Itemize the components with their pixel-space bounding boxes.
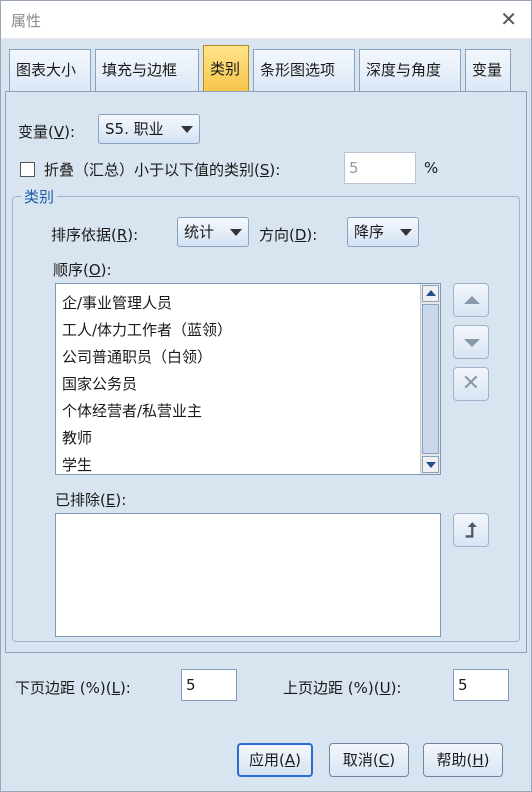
- order-label: 顺序(O):: [53, 261, 112, 279]
- list-item[interactable]: 学生: [56, 452, 440, 474]
- window-title: 属性: [11, 12, 42, 30]
- list-item[interactable]: 国家公务员: [56, 371, 440, 398]
- lower-margin-label: 下页边距 (%)(L):: [15, 679, 131, 697]
- categories-group-title: 类别: [21, 186, 58, 207]
- scroll-up-button[interactable]: [422, 285, 439, 302]
- properties-dialog: 属性 ✕ 图表大小 填充与边框 类别 条形图选项 深度与角度 变量 变量(V):…: [0, 0, 532, 792]
- chevron-down-icon: [426, 462, 436, 468]
- sort-by-value: 统计: [184, 223, 215, 241]
- tab-depth-angle[interactable]: 深度与角度: [359, 49, 461, 91]
- chevron-down-icon: [181, 126, 193, 133]
- order-scrollbar[interactable]: [420, 284, 440, 474]
- list-item[interactable]: 公司普通职员（白领）: [56, 344, 440, 371]
- list-item[interactable]: 工人/体力工作者（蓝领）: [56, 317, 440, 344]
- tab-chart-size[interactable]: 图表大小: [9, 49, 91, 91]
- title-bar: 属性 ✕: [1, 1, 531, 39]
- list-item[interactable]: 教师: [56, 425, 440, 452]
- direction-dropdown[interactable]: 降序: [347, 217, 419, 247]
- chevron-up-icon: [426, 290, 436, 296]
- excluded-label: 已排除(E):: [55, 491, 127, 509]
- chevron-down-icon: [230, 229, 242, 236]
- direction-value: 降序: [354, 223, 385, 241]
- exclude-button[interactable]: ✕: [453, 367, 489, 401]
- restore-arrow-icon: ⮥: [465, 518, 477, 542]
- move-up-button[interactable]: [453, 283, 489, 317]
- restore-button[interactable]: ⮥: [453, 513, 489, 547]
- sort-by-dropdown[interactable]: 统计: [177, 217, 249, 247]
- lower-margin-input[interactable]: 5: [181, 669, 237, 701]
- help-button[interactable]: 帮助(H): [423, 743, 503, 777]
- cancel-button[interactable]: 取消(C): [329, 743, 409, 777]
- scroll-thumb[interactable]: [422, 304, 439, 454]
- collapse-threshold-input[interactable]: 5: [344, 152, 416, 184]
- tab-fill-border[interactable]: 填充与边框: [95, 49, 199, 91]
- tab-variables[interactable]: 变量: [465, 49, 511, 91]
- sort-by-label: 排序依据(R):: [51, 226, 139, 244]
- move-down-button[interactable]: [453, 325, 489, 359]
- arrow-down-icon: [464, 339, 480, 347]
- tab-bar-options[interactable]: 条形图选项: [253, 49, 355, 91]
- upper-margin-input[interactable]: 5: [453, 669, 509, 701]
- close-icon: ✕: [461, 371, 481, 396]
- tab-content-panel: 变量(V): S5. 职业 折叠（汇总）小于以下值的类别(S): 5 % 类别 …: [5, 91, 527, 653]
- collapse-checkbox[interactable]: [20, 162, 35, 177]
- percent-unit: %: [424, 159, 439, 177]
- order-listbox[interactable]: 企/事业管理人员 工人/体力工作者（蓝领） 公司普通职员（白领） 国家公务员 个…: [55, 283, 441, 475]
- close-icon[interactable]: ✕: [500, 7, 517, 31]
- chevron-down-icon: [400, 229, 412, 236]
- list-item[interactable]: 企/事业管理人员: [56, 290, 440, 317]
- scroll-down-button[interactable]: [422, 456, 439, 473]
- tab-categories[interactable]: 类别: [203, 45, 249, 91]
- direction-label: 方向(D):: [259, 226, 318, 244]
- apply-button[interactable]: 应用(A): [237, 743, 313, 777]
- variable-value: S5. 职业: [105, 120, 164, 138]
- arrow-up-icon: [464, 296, 480, 304]
- categories-group: 类别 排序依据(R): 统计 方向(D): 降序 顺序(O): 企/事业管理人员: [12, 186, 520, 642]
- excluded-listbox[interactable]: [55, 513, 441, 637]
- upper-margin-label: 上页边距 (%)(U):: [283, 679, 402, 697]
- collapse-label: 折叠（汇总）小于以下值的类别(S):: [44, 161, 281, 179]
- variable-dropdown[interactable]: S5. 职业: [98, 114, 200, 144]
- variable-label: 变量(V):: [18, 123, 76, 141]
- list-item[interactable]: 个体经营者/私营业主: [56, 398, 440, 425]
